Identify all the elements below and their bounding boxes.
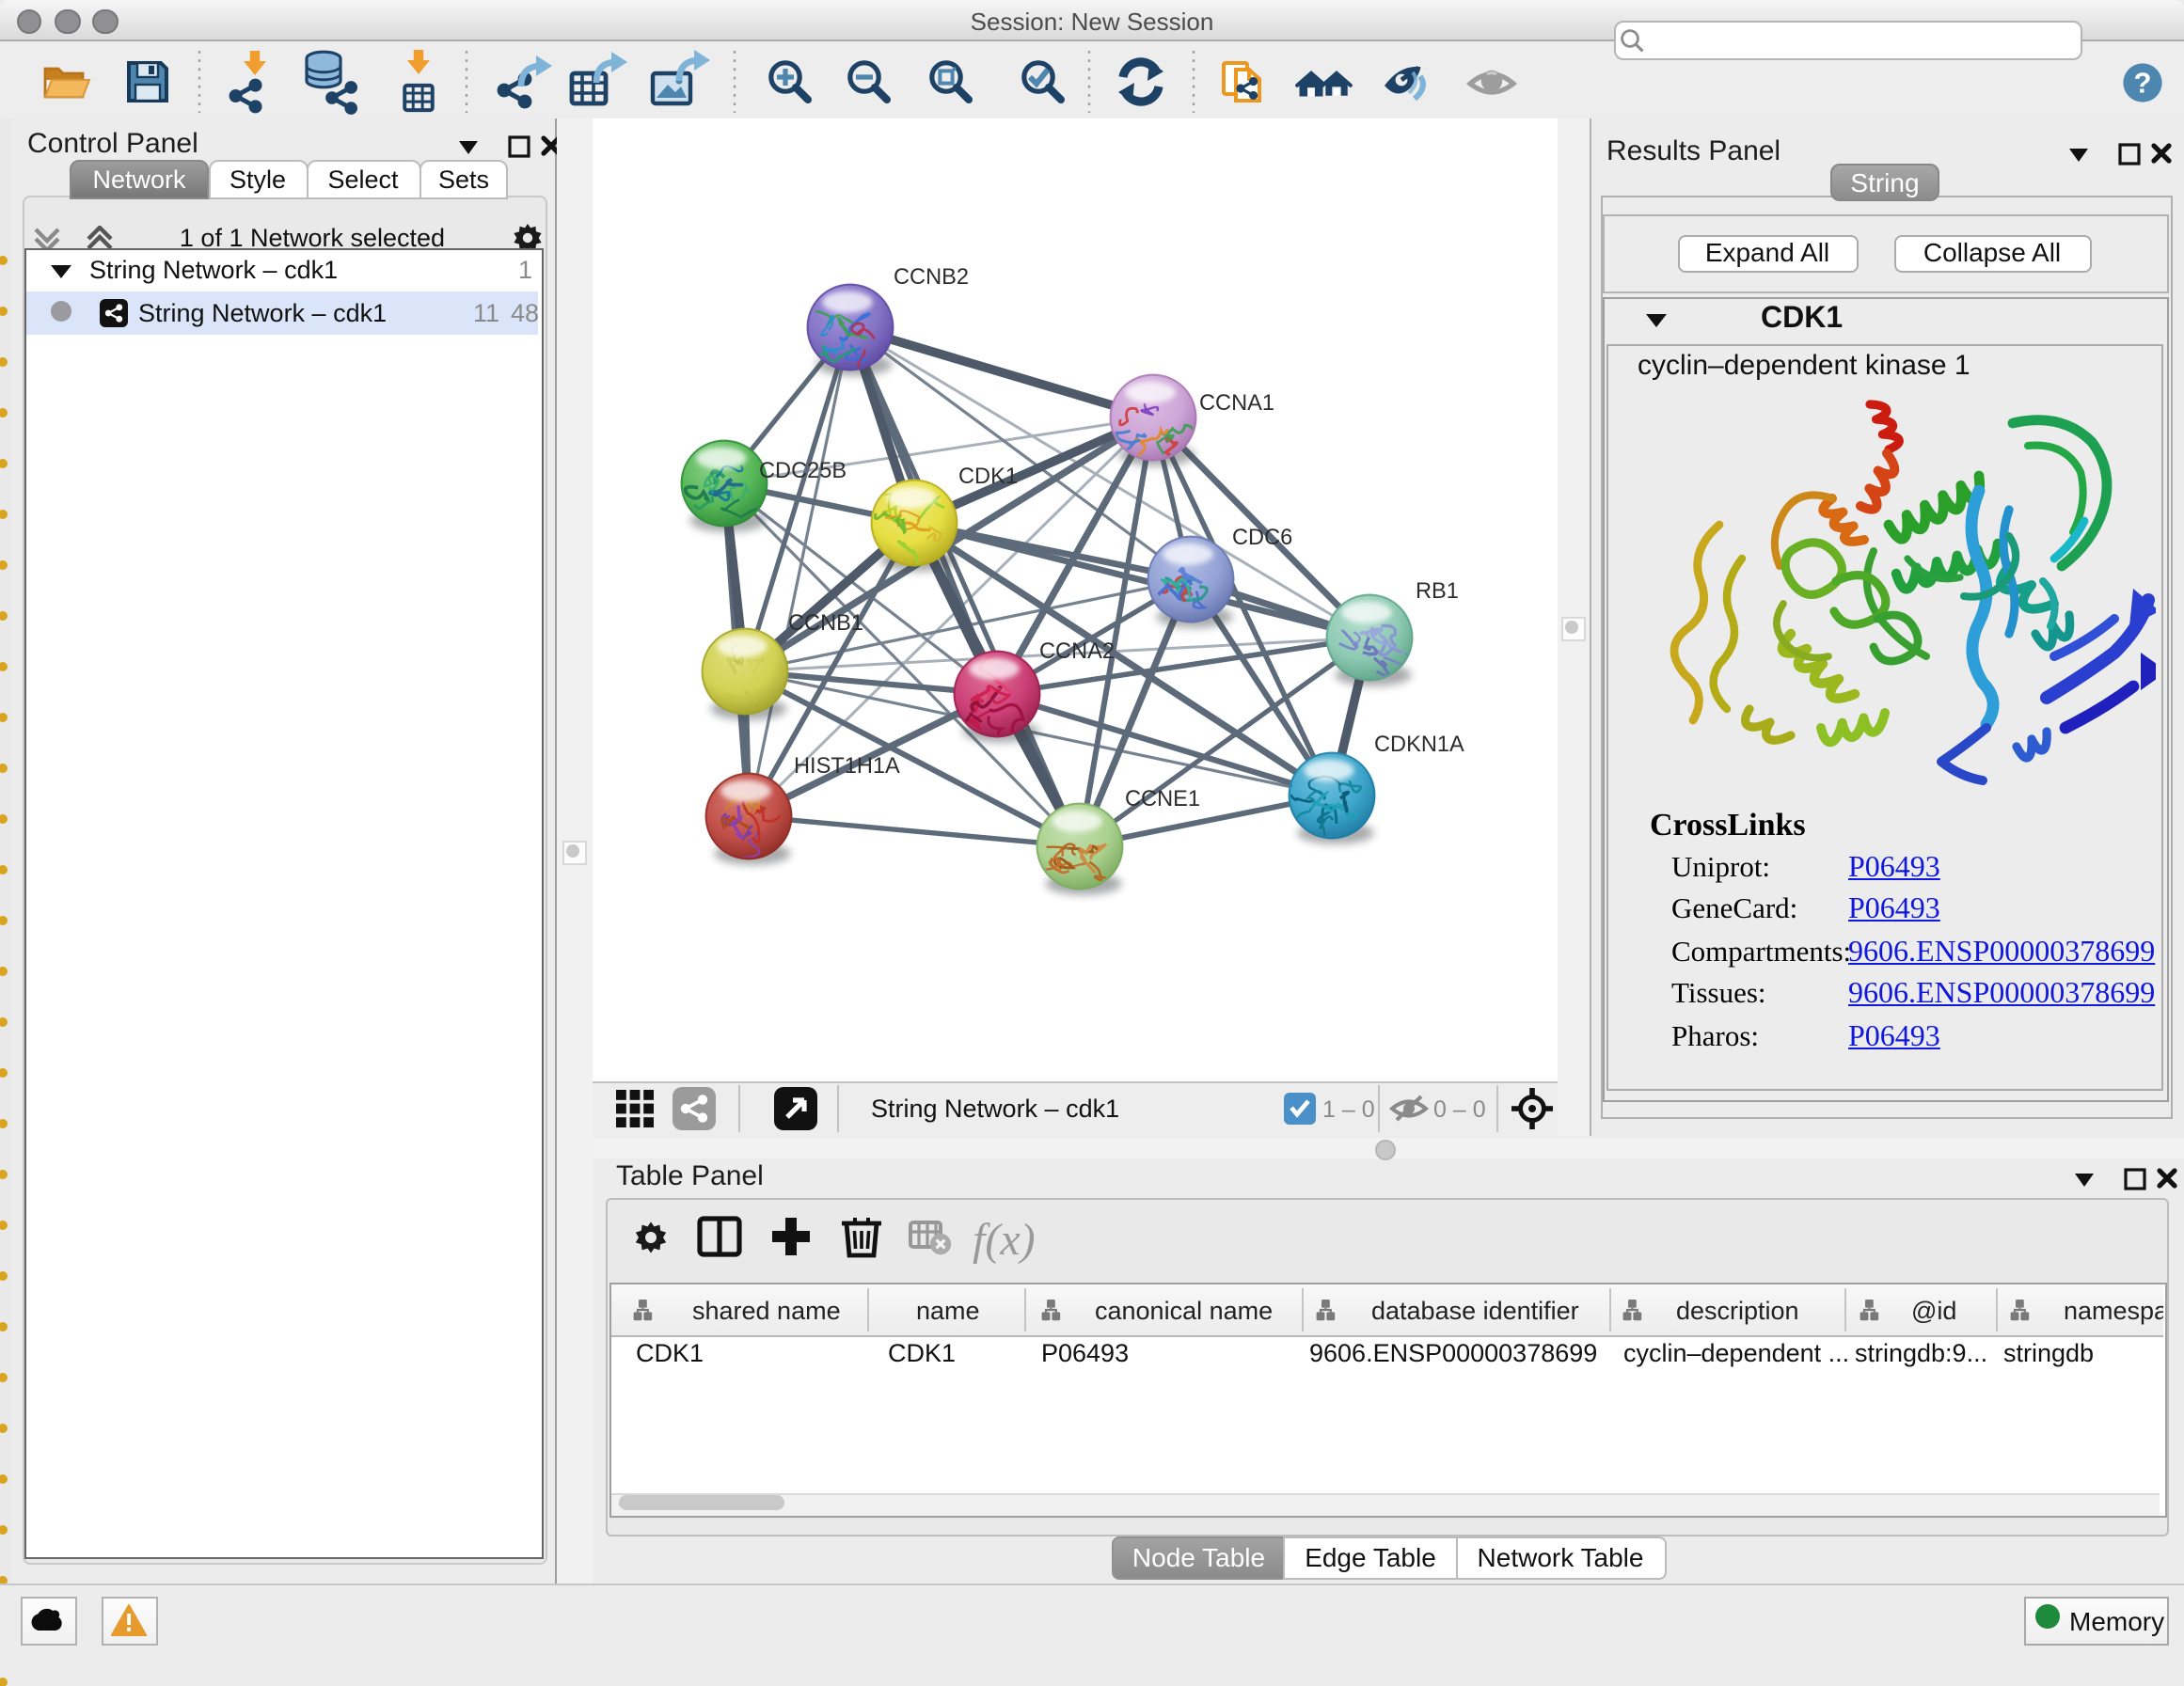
svg-text:canonical name: canonical name [1094, 1296, 1272, 1324]
svg-text:cyclin–dependent ...: cyclin–dependent ... [1622, 1338, 1848, 1366]
svg-text:RB1: RB1 [1416, 579, 1459, 604]
svg-text:CDC6: CDC6 [1232, 526, 1292, 550]
svg-text:description: description [1675, 1296, 1798, 1324]
svg-text:f(x): f(x) [973, 1215, 1036, 1265]
svg-text:CDK1: CDK1 [887, 1338, 955, 1366]
svg-text:HIST1H1A: HIST1H1A [794, 754, 900, 779]
svg-text:CCNE1: CCNE1 [1125, 787, 1200, 811]
svg-text:CDK1: CDK1 [958, 465, 1018, 489]
svg-text:String Network – cdk1: String Network – cdk1 [871, 1095, 1119, 1123]
svg-text:9606.ENSP00000378699: 9606.ENSP00000378699 [1308, 1338, 1596, 1366]
svg-text:CCNA1: CCNA1 [1199, 391, 1274, 416]
svg-text:shared name: shared name [691, 1296, 840, 1324]
svg-text:@id: @id [1910, 1296, 1955, 1324]
svg-text:CDKN1A: CDKN1A [1374, 733, 1464, 757]
svg-text:database identifier: database identifier [1370, 1296, 1578, 1324]
svg-text:stringdb: stringdb [2002, 1338, 2093, 1366]
svg-text:?: ? [2134, 65, 2152, 98]
svg-text:CCNA2: CCNA2 [1039, 639, 1115, 664]
svg-text:name: name [915, 1296, 979, 1324]
svg-text:CDK1: CDK1 [635, 1338, 703, 1366]
svg-text:1 – 0: 1 – 0 [1322, 1096, 1375, 1123]
svg-text:CDC25B: CDC25B [759, 459, 847, 483]
svg-text:CCNB1: CCNB1 [788, 611, 863, 636]
svg-text:CCNB2: CCNB2 [894, 265, 969, 290]
svg-text:0 – 0: 0 – 0 [1433, 1096, 1486, 1123]
svg-text:P06493: P06493 [1040, 1338, 1128, 1366]
svg-text:namespace: namespace [2063, 1296, 2162, 1324]
svg-text:stringdb:9...: stringdb:9... [1854, 1338, 1986, 1366]
